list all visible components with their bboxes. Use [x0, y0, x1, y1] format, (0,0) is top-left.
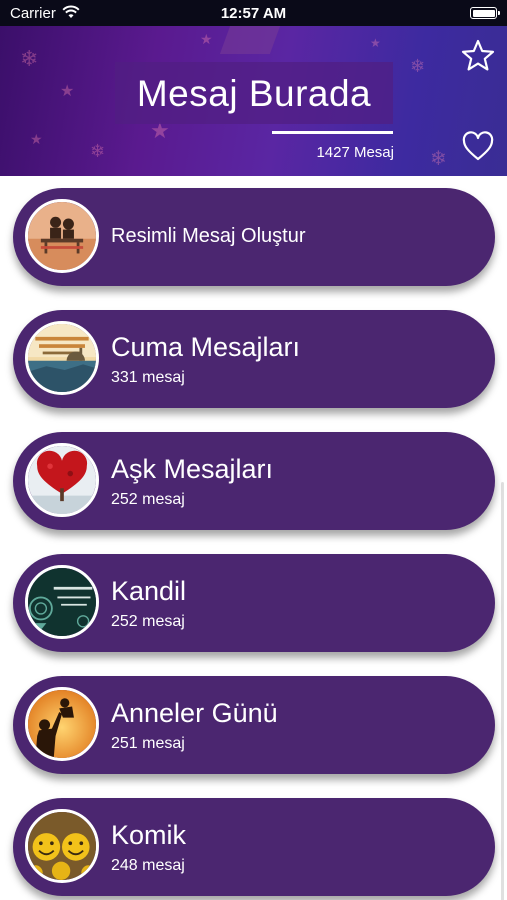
star-outline-icon[interactable]: [460, 38, 496, 74]
status-bar: Carrier 12:57 AM: [0, 0, 507, 26]
app-header: ❄ ★ ★ ❄ ★ ★ ❄ ❄ ★ Mesaj Burada 1427 Mesa…: [0, 26, 507, 176]
star-decoration-icon: ★: [30, 131, 43, 147]
couple-on-bench-thumbnail: [25, 199, 99, 273]
category-title: Komik: [111, 820, 187, 850]
clock: 12:57 AM: [220, 5, 287, 22]
category-message-count: 252 mesaj: [111, 491, 185, 508]
category-message-count: 252 mesaj: [111, 613, 185, 630]
category-message-count: 331 mesaj: [111, 369, 185, 386]
category-title: Kandil: [111, 576, 187, 606]
category-title: Resimli Mesaj Oluştur: [111, 225, 306, 247]
kandil-pattern-thumbnail: [25, 565, 99, 639]
category-title: Anneler Günü: [111, 698, 278, 728]
title-underline: [272, 131, 393, 134]
mosque-sunset-thumbnail: [25, 321, 99, 395]
snowflake-decoration-icon: ❄: [410, 56, 426, 76]
category-title: Aşk Mesajları: [111, 454, 274, 484]
heart-tree-thumbnail: [25, 443, 99, 517]
category-card-funny[interactable]: Komik 248 mesaj: [13, 798, 495, 896]
category-card-friday-messages[interactable]: Cuma Mesajları 331 mesaj: [13, 310, 495, 408]
smiley-faces-thumbnail: [25, 809, 99, 883]
snowflake-decoration-icon: ❄: [20, 46, 39, 71]
mother-child-silhouette-thumbnail: [25, 687, 99, 761]
snowflake-decoration-icon: ❄: [90, 141, 106, 161]
app-title: Mesaj Burada: [136, 73, 372, 114]
category-message-count: 248 mesaj: [111, 857, 185, 874]
total-message-count: 1427 Mesaj: [316, 144, 394, 161]
snowflake-decoration-icon: ❄: [430, 148, 447, 170]
star-decoration-icon: ★: [200, 31, 213, 47]
heart-outline-icon[interactable]: [462, 131, 494, 163]
category-message-count: 251 mesaj: [111, 735, 185, 752]
category-card-kandil[interactable]: Kandil 252 mesaj: [13, 554, 495, 652]
battery-icon: [470, 7, 500, 19]
category-card-love-messages[interactable]: Aşk Mesajları 252 mesaj: [13, 432, 495, 530]
category-card-create-picture-message[interactable]: Resimli Mesaj Oluştur: [13, 188, 495, 286]
category-list[interactable]: Resimli Mesaj Oluştur Cuma Mesajları 331…: [0, 176, 507, 900]
star-decoration-icon: ★: [370, 36, 381, 50]
decorative-ribbon: [219, 26, 281, 54]
category-title: Cuma Mesajları: [111, 332, 301, 362]
star-decoration-icon: ★: [60, 83, 75, 100]
category-card-mothers-day[interactable]: Anneler Günü 251 mesaj: [13, 676, 495, 774]
title-box: Mesaj Burada: [115, 62, 393, 124]
scroll-indicator[interactable]: [501, 482, 504, 900]
